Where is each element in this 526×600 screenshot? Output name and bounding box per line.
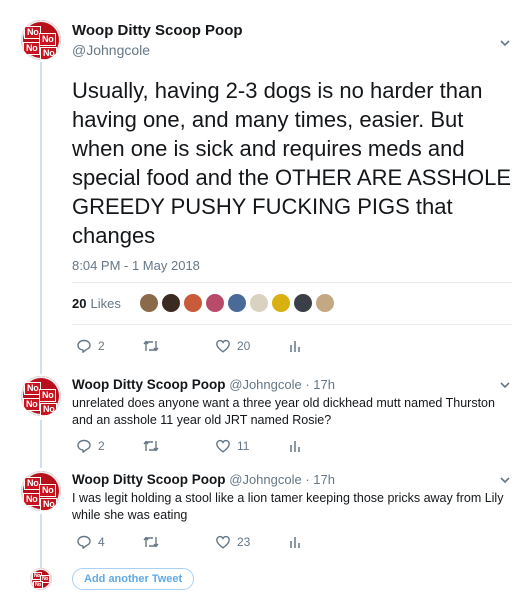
reply-icon xyxy=(76,338,92,354)
retweet-icon xyxy=(142,534,160,550)
reply-icon xyxy=(76,534,92,550)
thread-line xyxy=(40,62,42,374)
thread-line xyxy=(40,420,42,468)
author-name[interactable]: Woop Ditty Scoop Poop xyxy=(72,472,225,487)
like-button[interactable]: 20 xyxy=(215,338,288,354)
no-sign-text: No xyxy=(23,398,41,411)
no-sign-text: No xyxy=(40,498,58,511)
thread-line xyxy=(40,514,42,568)
tweet-timestamp[interactable]: 8:04 PM - 1 May 2018 xyxy=(72,258,200,273)
no-sign-text: No xyxy=(23,493,41,506)
analytics-button[interactable] xyxy=(288,438,302,454)
like-button[interactable]: 23 xyxy=(215,534,288,550)
author-name[interactable]: Woop Ditty Scoop Poop xyxy=(72,377,225,392)
heart-icon xyxy=(215,438,231,454)
no-sign-text: No xyxy=(39,33,57,46)
chevron-down-icon[interactable] xyxy=(498,36,512,50)
chevron-down-icon[interactable] xyxy=(498,378,512,392)
author-name[interactable]: Woop Ditty Scoop Poop xyxy=(72,22,243,39)
liker-avatar[interactable] xyxy=(314,293,335,313)
reply-tweet[interactable]: Woop Ditty Scoop Poop @Johngcole · 17h u… xyxy=(72,376,512,429)
main-tweet-header: Woop Ditty Scoop Poop @Johngcole xyxy=(72,22,243,58)
tweet-actions: 2 11 xyxy=(76,438,302,454)
retweet-icon xyxy=(142,338,160,354)
retweet-button[interactable] xyxy=(142,534,215,550)
tweet-actions: 4 23 xyxy=(76,534,302,550)
no-sign-text: No xyxy=(33,581,44,589)
retweet-icon xyxy=(142,438,160,454)
analytics-icon xyxy=(288,438,302,454)
analytics-button[interactable] xyxy=(288,338,302,354)
liker-avatar[interactable] xyxy=(204,293,225,313)
reply-count: 2 xyxy=(98,339,105,353)
like-count: 11 xyxy=(237,439,250,453)
tweet-actions: 2 20 xyxy=(76,338,302,354)
liker-avatar[interactable] xyxy=(270,293,291,313)
avatar[interactable]: No No No xyxy=(30,568,52,590)
divider xyxy=(72,282,512,283)
analytics-icon xyxy=(288,534,302,550)
reply-header: Woop Ditty Scoop Poop @Johngcole · 17h xyxy=(72,376,512,394)
like-count: 23 xyxy=(237,535,251,549)
liker-avatar[interactable] xyxy=(292,293,313,313)
liker-avatar[interactable] xyxy=(182,293,203,313)
avatar[interactable]: No No No No xyxy=(21,376,61,416)
reply-count: 4 xyxy=(98,535,105,549)
no-sign-text: No xyxy=(40,47,58,60)
retweet-button[interactable] xyxy=(142,338,215,354)
reply-button[interactable]: 2 xyxy=(76,338,142,354)
heart-icon xyxy=(215,534,231,550)
no-sign-text: No xyxy=(23,42,41,55)
avatar[interactable]: No No No No xyxy=(21,471,61,511)
liker-avatars xyxy=(138,293,337,313)
divider xyxy=(72,324,512,325)
heart-icon xyxy=(215,338,231,354)
reply-button[interactable]: 4 xyxy=(76,534,142,550)
no-sign-text: No xyxy=(39,389,57,402)
liker-avatar[interactable] xyxy=(226,293,247,313)
likes-count[interactable]: 20 xyxy=(72,296,86,311)
like-button[interactable]: 11 xyxy=(215,438,288,454)
tweet-text: I was legit holding a stool like a lion … xyxy=(72,491,504,522)
reply-count: 2 xyxy=(98,439,105,453)
add-another-tweet-button[interactable]: Add another Tweet xyxy=(72,568,195,590)
reply-header: Woop Ditty Scoop Poop @Johngcole · 17h xyxy=(72,471,512,489)
tweet-text: unrelated does anyone want a three year … xyxy=(72,396,495,427)
likes-summary: 20 Likes xyxy=(72,292,337,314)
reply-button[interactable]: 2 xyxy=(76,438,142,454)
liker-avatar[interactable] xyxy=(138,293,159,313)
no-sign-text: No xyxy=(40,403,58,416)
analytics-icon xyxy=(288,338,302,354)
liker-avatar[interactable] xyxy=(248,293,269,313)
no-sign-text: No xyxy=(39,484,57,497)
analytics-button[interactable] xyxy=(288,534,302,550)
reply-tweet[interactable]: Woop Ditty Scoop Poop @Johngcole · 17h I… xyxy=(72,471,512,524)
reply-icon xyxy=(76,438,92,454)
chevron-down-icon[interactable] xyxy=(498,473,512,487)
author-handle-time[interactable]: @Johngcole · 17h xyxy=(229,472,335,487)
author-handle-time[interactable]: @Johngcole · 17h xyxy=(229,377,335,392)
like-count: 20 xyxy=(237,339,251,353)
tweet-text: Usually, having 2-3 dogs is no harder th… xyxy=(72,78,512,248)
avatar[interactable]: No No No No xyxy=(21,20,61,60)
liker-avatar[interactable] xyxy=(160,293,181,313)
retweet-button[interactable] xyxy=(142,438,215,454)
author-handle[interactable]: @Johngcole xyxy=(72,42,243,58)
likes-label[interactable]: Likes xyxy=(90,296,120,311)
